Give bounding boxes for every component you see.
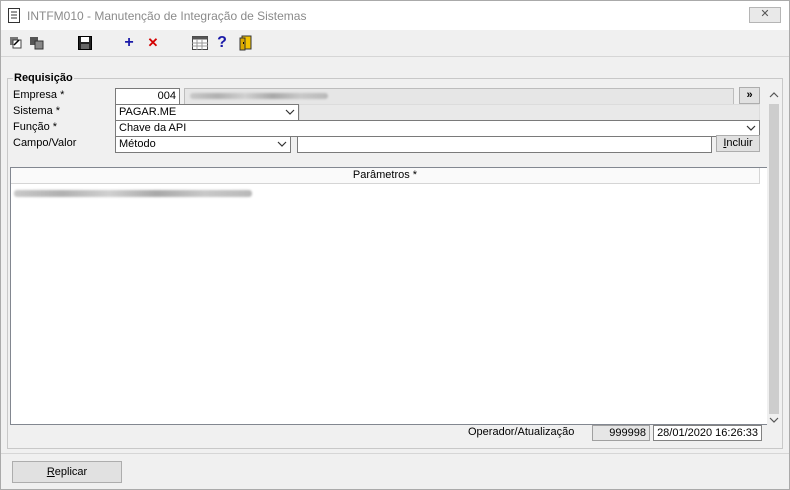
copy-button[interactable] bbox=[28, 34, 46, 52]
funcao-select[interactable]: Chave da API bbox=[115, 120, 760, 137]
window-title: INTFM010 - Manutenção de Integração de S… bbox=[27, 9, 307, 23]
scroll-thumb[interactable] bbox=[769, 104, 779, 414]
save-icon bbox=[78, 36, 92, 50]
add-button[interactable]: + bbox=[120, 34, 138, 52]
replicar-label: Replicar bbox=[46, 466, 88, 478]
chevron-down-icon bbox=[277, 141, 287, 147]
empresa-lookup-button[interactable]: » bbox=[739, 87, 760, 104]
calendar-grid-button[interactable] bbox=[191, 34, 209, 52]
document-icon bbox=[8, 8, 20, 23]
save-button[interactable] bbox=[76, 34, 94, 52]
empresa-label: Empresa * bbox=[13, 89, 65, 101]
add-icon: + bbox=[124, 34, 134, 51]
chevron-down-icon bbox=[746, 125, 756, 131]
nav-back-button[interactable] bbox=[7, 34, 25, 52]
sistema-value: PAGAR.ME bbox=[119, 106, 177, 118]
footer-separator bbox=[1, 453, 789, 454]
redacted-parameter-row bbox=[14, 190, 252, 197]
campo-value: Método bbox=[119, 138, 156, 150]
calendar-grid-icon bbox=[192, 36, 208, 50]
campo-select[interactable]: Método bbox=[115, 136, 291, 153]
close-icon: ✕ bbox=[760, 8, 770, 20]
incluir-label: Incluir bbox=[723, 137, 753, 149]
sistema-description-field bbox=[299, 104, 760, 121]
valor-input[interactable] bbox=[297, 136, 712, 153]
copy-icon bbox=[30, 37, 44, 50]
scroll-up-icon[interactable] bbox=[769, 91, 779, 99]
sistema-label: Sistema * bbox=[13, 105, 61, 117]
campo-valor-label: Campo/Valor bbox=[13, 137, 77, 149]
empresa-name-field bbox=[184, 88, 734, 105]
requisicao-group-title: Requisição bbox=[13, 72, 74, 84]
help-icon: ? bbox=[217, 34, 227, 51]
funcao-label: Função * bbox=[13, 121, 58, 133]
close-button[interactable]: ✕ bbox=[749, 7, 781, 23]
app-window: INTFM010 - Manutenção de Integração de S… bbox=[0, 0, 790, 490]
parametros-grid[interactable]: Parâmetros * bbox=[10, 167, 769, 425]
vertical-scrollbar[interactable] bbox=[767, 88, 781, 427]
funcao-value: Chave da API bbox=[119, 122, 187, 134]
timestamp-field: 28/01/2020 16:26:33 bbox=[653, 425, 762, 441]
title-bar: INTFM010 - Manutenção de Integração de S… bbox=[1, 1, 789, 30]
help-button[interactable]: ? bbox=[213, 34, 231, 52]
exit-door-icon bbox=[239, 35, 252, 51]
incluir-button[interactable]: Incluir bbox=[716, 135, 760, 152]
chevron-down-icon bbox=[285, 109, 295, 115]
operator-field: 999998 bbox=[592, 425, 650, 441]
exit-button[interactable] bbox=[237, 34, 255, 52]
parametros-column-header: Parâmetros * bbox=[11, 168, 760, 184]
sistema-select[interactable]: PAGAR.ME bbox=[115, 104, 299, 121]
operador-atualizacao-label: Operador/Atualização bbox=[468, 426, 575, 438]
replicar-button[interactable]: Replicar bbox=[12, 461, 122, 483]
scroll-down-icon[interactable] bbox=[769, 416, 779, 424]
delete-button[interactable]: ✕ bbox=[144, 34, 162, 52]
nav-back-icon bbox=[10, 37, 22, 49]
delete-icon: ✕ bbox=[147, 35, 159, 50]
redacted-company-name bbox=[190, 93, 328, 99]
empresa-code-input[interactable]: 004 bbox=[115, 88, 180, 105]
toolbar: + ✕ ? bbox=[1, 30, 789, 57]
